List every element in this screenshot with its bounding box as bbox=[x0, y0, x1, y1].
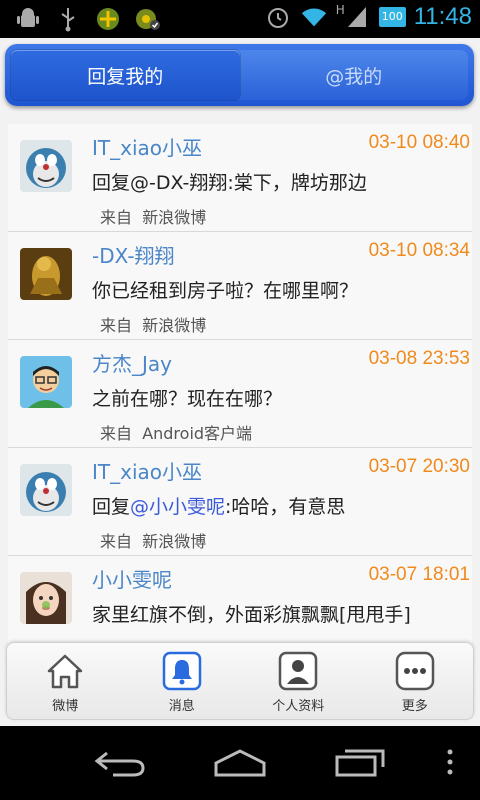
message-content: 之前在哪？现在在哪？ bbox=[92, 388, 283, 410]
signal-icon bbox=[343, 3, 371, 31]
nav-messages[interactable]: 消息 bbox=[124, 643, 241, 719]
list-item[interactable]: IT_xiao小巫 03-07 20:30 回复@小小雯呢:哈哈，有意思 来自 … bbox=[8, 448, 472, 556]
username[interactable]: IT_xiao小巫 bbox=[92, 456, 202, 485]
message-source: 来自 新浪微博 bbox=[100, 532, 207, 551]
timestamp: 03-10 08:34 bbox=[368, 240, 470, 261]
message-content: 家里红旗不倒，外面彩旗飘飘[甩甩手] bbox=[92, 604, 411, 626]
recent-apps-button[interactable] bbox=[330, 744, 390, 784]
app-notification-icon bbox=[94, 5, 122, 33]
golden-figure-avatar[interactable] bbox=[20, 248, 72, 300]
nav-weibo[interactable]: 微博 bbox=[7, 643, 124, 719]
profile-icon bbox=[278, 651, 318, 691]
tab-replies-to-me[interactable]: 回复我的 bbox=[11, 50, 240, 100]
username[interactable]: IT_xiao小巫 bbox=[92, 132, 202, 161]
app-container: 回复我的 @我的 IT_xiao小巫 03-10 08:40 回复@-DX-翔翔… bbox=[0, 38, 480, 726]
message-source: 来自 Android客户端 bbox=[100, 424, 253, 443]
mention-link[interactable]: @小小雯呢 bbox=[130, 496, 225, 518]
message-list[interactable]: IT_xiao小巫 03-10 08:40 回复@-DX-翔翔:棠下，牌坊那边 … bbox=[8, 124, 472, 684]
message-content: 回复@-DX-翔翔:棠下，牌坊那边 bbox=[92, 172, 367, 194]
android-debug-icon bbox=[14, 5, 42, 33]
back-icon bbox=[93, 747, 147, 781]
overflow-menu-icon bbox=[446, 747, 454, 781]
message-source: 来自 新浪微博 bbox=[100, 316, 207, 335]
app-update-icon bbox=[134, 5, 162, 33]
timestamp: 03-07 18:01 bbox=[368, 564, 470, 585]
message-content: 你已经租到房子啦？在哪里啊？ bbox=[92, 280, 359, 302]
alarm-icon bbox=[264, 3, 292, 31]
list-item[interactable]: -DX-翔翔 03-10 08:34 你已经租到房子啦？在哪里啊？ 来自 新浪微… bbox=[8, 232, 472, 340]
nav-profile[interactable]: 个人资料 bbox=[240, 643, 357, 719]
girl-avatar[interactable] bbox=[20, 572, 72, 624]
timestamp: 03-07 20:30 bbox=[368, 456, 470, 477]
system-navigation-bar bbox=[0, 726, 480, 800]
more-icon bbox=[395, 651, 435, 691]
recent-apps-icon bbox=[333, 747, 387, 781]
back-button[interactable] bbox=[90, 744, 150, 784]
list-item[interactable]: IT_xiao小巫 03-10 08:40 回复@-DX-翔翔:棠下，牌坊那边 … bbox=[8, 124, 472, 232]
home-outline-icon bbox=[212, 747, 268, 781]
wifi-icon bbox=[300, 3, 328, 31]
username[interactable]: -DX-翔翔 bbox=[92, 240, 175, 269]
list-item[interactable]: 方杰_Jay 03-08 23:53 之前在哪？现在在哪？ 来自 Android… bbox=[8, 340, 472, 448]
doraemon-avatar[interactable] bbox=[20, 464, 72, 516]
status-bar: H 100 11:48 bbox=[0, 0, 480, 38]
cartoon-man-avatar[interactable] bbox=[20, 356, 72, 408]
segmented-tab-bar: 回复我的 @我的 bbox=[5, 44, 474, 106]
bell-icon bbox=[162, 651, 202, 691]
home-button[interactable] bbox=[210, 744, 270, 784]
clock: 11:48 bbox=[413, 3, 472, 30]
nav-more[interactable]: 更多 bbox=[357, 643, 474, 719]
message-source: 来自 新浪微博 bbox=[100, 208, 207, 227]
usb-icon bbox=[54, 5, 82, 33]
timestamp: 03-10 08:40 bbox=[368, 132, 470, 153]
battery-indicator: 100 bbox=[378, 7, 406, 27]
username[interactable]: 方杰_Jay bbox=[92, 348, 172, 377]
menu-button[interactable] bbox=[430, 744, 470, 784]
bottom-navigation: 微博 消息 个人资料 更多 bbox=[6, 642, 474, 720]
timestamp: 03-08 23:53 bbox=[368, 348, 470, 369]
home-icon bbox=[45, 651, 85, 691]
message-content: 回复@小小雯呢:哈哈，有意思 bbox=[92, 496, 346, 518]
username[interactable]: 小小雯呢 bbox=[92, 564, 172, 593]
doraemon-avatar[interactable] bbox=[20, 140, 72, 192]
tab-mentions[interactable]: @我的 bbox=[240, 50, 469, 100]
